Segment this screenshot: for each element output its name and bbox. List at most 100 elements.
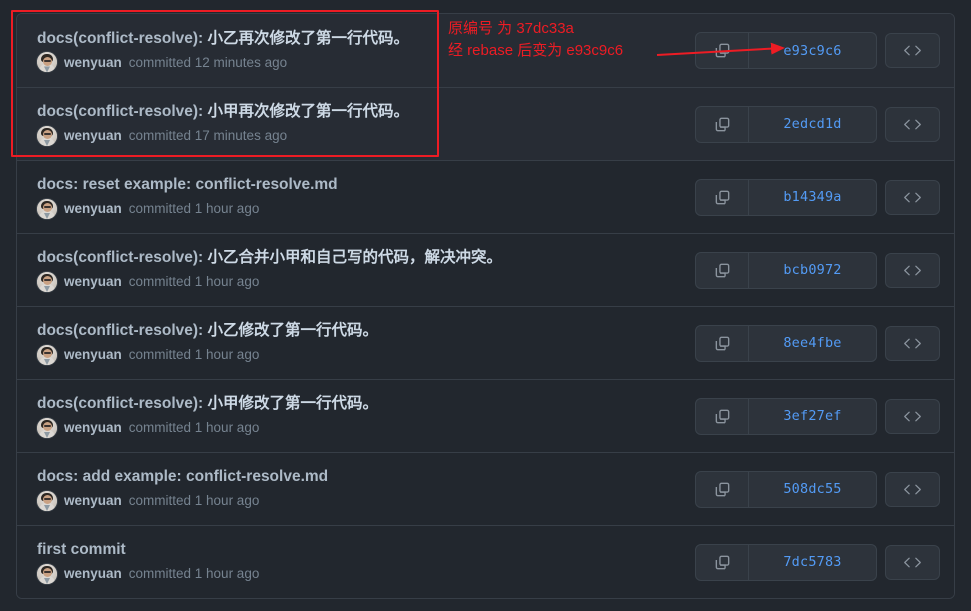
commit-meta: wenyuan committed 1 hour ago xyxy=(37,417,378,438)
commit-author[interactable]: wenyuan xyxy=(64,200,122,218)
copy-icon[interactable] xyxy=(696,471,749,507)
commit-message-scope: docs: reset example: conflict-resolve.md xyxy=(37,176,338,194)
commit-actions: 508dc55 xyxy=(695,470,940,508)
sha-button-group: 2edcd1d xyxy=(695,105,877,143)
copy-icon[interactable] xyxy=(696,544,749,580)
copy-icon[interactable] xyxy=(696,106,749,142)
commit-sha-link[interactable]: bcb0972 xyxy=(749,253,876,288)
commit-message-subject: 小甲再次修改了第一行代码。 xyxy=(207,103,410,121)
commit-author[interactable]: wenyuan xyxy=(64,419,122,437)
commit-message-scope: docs(conflict-resolve): xyxy=(37,395,208,413)
browse-code-button[interactable] xyxy=(885,471,940,507)
commit-timestamp: committed 1 hour ago xyxy=(128,274,260,290)
commit-author[interactable]: wenyuan xyxy=(64,565,122,583)
commit-info: docs: add example: conflict-resolve.md we… xyxy=(37,467,328,511)
commit-sha-link[interactable]: 2edcd1d xyxy=(749,107,876,142)
commit-meta: wenyuan committed 12 minutes ago xyxy=(37,52,409,73)
code-icon xyxy=(903,263,922,278)
commit-meta: wenyuan committed 1 hour ago xyxy=(37,490,328,511)
commit-author[interactable]: wenyuan xyxy=(64,492,122,510)
browse-code-button[interactable] xyxy=(885,325,940,361)
commit-author[interactable]: wenyuan xyxy=(64,127,122,145)
commit-author[interactable]: wenyuan xyxy=(64,273,122,291)
commit-timestamp: committed 1 hour ago xyxy=(128,201,260,217)
commit-sha-link[interactable]: 8ee4fbe xyxy=(749,326,876,361)
avatar[interactable] xyxy=(37,198,57,219)
commit-sha-link[interactable]: 508dc55 xyxy=(749,472,876,507)
commit-row: first commit wenyuan committed 1 hour ago 7… xyxy=(17,525,954,598)
commit-actions: 3ef27ef xyxy=(695,397,940,435)
commit-sha-link[interactable]: 3ef27ef xyxy=(749,399,876,434)
avatar[interactable] xyxy=(37,490,57,511)
commit-actions: e93c9c6 xyxy=(695,32,940,69)
commit-timestamp: committed 1 hour ago xyxy=(128,420,260,436)
commit-message-scope: docs(conflict-resolve): xyxy=(37,103,208,121)
copy-icon[interactable] xyxy=(696,398,749,434)
commit-message[interactable]: docs: reset example: conflict-resolve.md xyxy=(37,175,338,196)
commit-message-subject: 小甲修改了第一行代码。 xyxy=(207,395,379,413)
commit-author[interactable]: wenyuan xyxy=(64,346,122,364)
avatar[interactable] xyxy=(37,271,57,292)
commit-message[interactable]: docs(conflict-resolve): 小甲再次修改了第一行代码。 xyxy=(37,102,409,123)
commit-timestamp: committed 1 hour ago xyxy=(128,493,260,509)
commit-row: docs(conflict-resolve): 小乙再次修改了第一行代码。 wen… xyxy=(17,14,954,87)
commit-timestamp: committed 1 hour ago xyxy=(128,347,260,363)
commit-row: docs(conflict-resolve): 小甲再次修改了第一行代码。 wen… xyxy=(17,87,954,160)
commit-timestamp: committed 12 minutes ago xyxy=(128,54,288,70)
commit-message-scope: docs(conflict-resolve): xyxy=(37,29,208,47)
avatar[interactable] xyxy=(37,52,57,73)
copy-icon[interactable] xyxy=(696,179,749,215)
commit-message[interactable]: docs(conflict-resolve): 小乙再次修改了第一行代码。 xyxy=(37,29,409,50)
browse-code-button[interactable] xyxy=(885,179,940,215)
commit-author[interactable]: wenyuan xyxy=(64,54,122,72)
commit-message-scope: docs(conflict-resolve): xyxy=(37,249,208,267)
code-icon xyxy=(903,43,922,58)
commit-row: docs(conflict-resolve): 小乙修改了第一行代码。 wenyu… xyxy=(17,306,954,379)
commit-actions: b14349a xyxy=(695,178,940,216)
code-icon xyxy=(903,190,922,205)
commit-message-subject: 小乙合并小甲和自己写的代码，解决冲突。 xyxy=(207,249,503,267)
sha-button-group: 7dc5783 xyxy=(695,543,877,581)
avatar[interactable] xyxy=(37,125,57,146)
commit-sha-link[interactable]: 7dc5783 xyxy=(749,545,876,580)
sha-button-group: 3ef27ef xyxy=(695,397,877,435)
commit-message-subject: 小乙再次修改了第一行代码。 xyxy=(207,29,410,47)
commit-message[interactable]: docs(conflict-resolve): 小乙修改了第一行代码。 xyxy=(37,321,378,342)
commit-message-subject: 小乙修改了第一行代码。 xyxy=(207,322,379,340)
code-icon xyxy=(903,555,922,570)
commit-message-scope: docs: add example: conflict-resolve.md xyxy=(37,468,329,486)
code-icon xyxy=(903,336,922,351)
commit-message[interactable]: docs(conflict-resolve): 小乙合并小甲和自己写的代码，解决… xyxy=(37,248,502,269)
browse-code-button[interactable] xyxy=(885,252,940,288)
sha-button-group: b14349a xyxy=(695,178,877,216)
commit-sha-link[interactable]: e93c9c6 xyxy=(749,33,876,68)
commit-message[interactable]: docs(conflict-resolve): 小甲修改了第一行代码。 xyxy=(37,394,378,415)
copy-icon[interactable] xyxy=(696,325,749,361)
browse-code-button[interactable] xyxy=(885,544,940,580)
commit-info: docs(conflict-resolve): 小乙再次修改了第一行代码。 wen… xyxy=(37,29,409,73)
sha-button-group: bcb0972 xyxy=(695,251,877,289)
commit-message[interactable]: docs: add example: conflict-resolve.md xyxy=(37,467,328,488)
commit-timestamp: committed 17 minutes ago xyxy=(128,128,288,144)
sha-button-group: 508dc55 xyxy=(695,470,877,508)
commit-history-screen: docs(conflict-resolve): 小乙再次修改了第一行代码。 wen… xyxy=(0,0,971,611)
commit-timestamp: committed 1 hour ago xyxy=(128,566,260,582)
avatar[interactable] xyxy=(37,344,57,365)
commit-message-scope: docs(conflict-resolve): xyxy=(37,322,208,340)
commit-row: docs: add example: conflict-resolve.md we… xyxy=(17,452,954,525)
commit-info: first commit wenyuan committed 1 hour ago xyxy=(37,540,259,584)
browse-code-button[interactable] xyxy=(885,33,940,68)
commit-message-scope: first commit xyxy=(37,541,126,559)
copy-icon[interactable] xyxy=(696,33,749,68)
commit-sha-link[interactable]: b14349a xyxy=(749,180,876,215)
commit-row: docs: reset example: conflict-resolve.md… xyxy=(17,160,954,233)
avatar[interactable] xyxy=(37,417,57,438)
commit-info: docs(conflict-resolve): 小乙修改了第一行代码。 wenyu… xyxy=(37,321,378,365)
sha-button-group: 8ee4fbe xyxy=(695,324,877,362)
commit-message[interactable]: first commit xyxy=(37,540,259,561)
browse-code-button[interactable] xyxy=(885,398,940,434)
browse-code-button[interactable] xyxy=(885,106,940,142)
sha-button-group: e93c9c6 xyxy=(695,32,877,69)
avatar[interactable] xyxy=(37,563,57,584)
copy-icon[interactable] xyxy=(696,252,749,288)
